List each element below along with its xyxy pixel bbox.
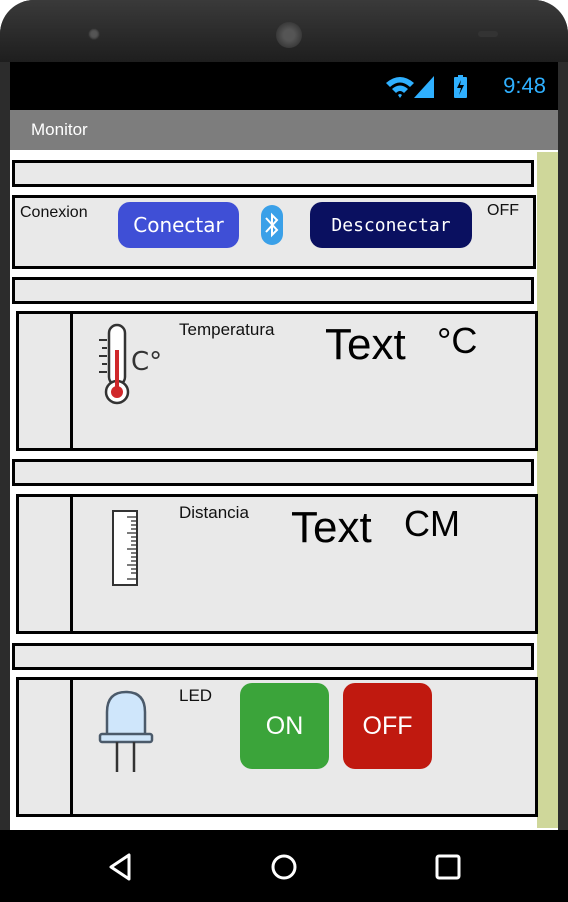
wifi-icon xyxy=(386,77,414,98)
connection-state: OFF xyxy=(487,202,519,219)
thermometer-icon: C° xyxy=(99,323,162,405)
distance-unit: CM xyxy=(404,503,460,544)
battery-icon xyxy=(454,75,467,98)
led-off-button[interactable]: OFF xyxy=(343,683,432,769)
temperature-unit: °C xyxy=(437,320,478,361)
proximity-sensor xyxy=(478,31,498,37)
spacer-1 xyxy=(12,160,534,187)
connection-label: Conexion xyxy=(20,204,88,221)
spacer-4 xyxy=(12,643,534,670)
status-icons xyxy=(386,75,467,98)
distance-row: Distancia Text CM xyxy=(16,494,538,634)
distance-label: Distancia xyxy=(179,503,249,522)
led-label: LED xyxy=(179,686,213,705)
ruler-icon xyxy=(112,510,138,586)
distance-side-cell xyxy=(19,497,73,631)
app-title-bar: Monitor xyxy=(10,110,558,150)
connect-button[interactable]: Conectar xyxy=(118,202,239,248)
earpiece-speaker xyxy=(276,22,302,48)
temperature-row: C° Temperatura Text °C xyxy=(16,311,538,451)
home-icon[interactable] xyxy=(267,850,301,884)
temperature-side-cell xyxy=(19,314,73,448)
led-bulb-icon xyxy=(98,690,154,772)
spacer-3 xyxy=(12,459,534,486)
phone-bezel-top xyxy=(0,0,568,62)
navigation-bar xyxy=(0,830,568,902)
disconnect-button[interactable]: Desconectar xyxy=(310,202,472,248)
thermometer-unit-text: C° xyxy=(131,347,162,377)
temperature-label: Temperatura xyxy=(179,320,275,339)
distance-value: Text xyxy=(291,503,372,552)
signal-icon xyxy=(414,76,434,98)
back-icon[interactable] xyxy=(104,850,138,884)
scrollbar[interactable] xyxy=(537,152,558,828)
front-camera xyxy=(88,28,100,40)
connection-row: Conexion Conectar Desconectar OFF xyxy=(12,195,536,269)
status-time: 9:48 xyxy=(503,73,546,98)
led-on-button[interactable]: ON xyxy=(240,683,329,769)
temperature-value: Text xyxy=(325,320,406,369)
phone-frame: 9:48 Monitor Conexion Conectar Desconect… xyxy=(0,0,568,902)
status-bar: 9:48 xyxy=(10,62,558,110)
spacer-2 xyxy=(12,277,534,304)
recents-icon[interactable] xyxy=(431,850,465,884)
led-row: LED ON OFF xyxy=(16,677,538,817)
led-side-cell xyxy=(19,680,73,814)
app-title: Monitor xyxy=(31,120,88,139)
app-screen: Conexion Conectar Desconectar OFF C° Tem… xyxy=(10,150,558,830)
bluetooth-icon[interactable] xyxy=(260,204,284,246)
